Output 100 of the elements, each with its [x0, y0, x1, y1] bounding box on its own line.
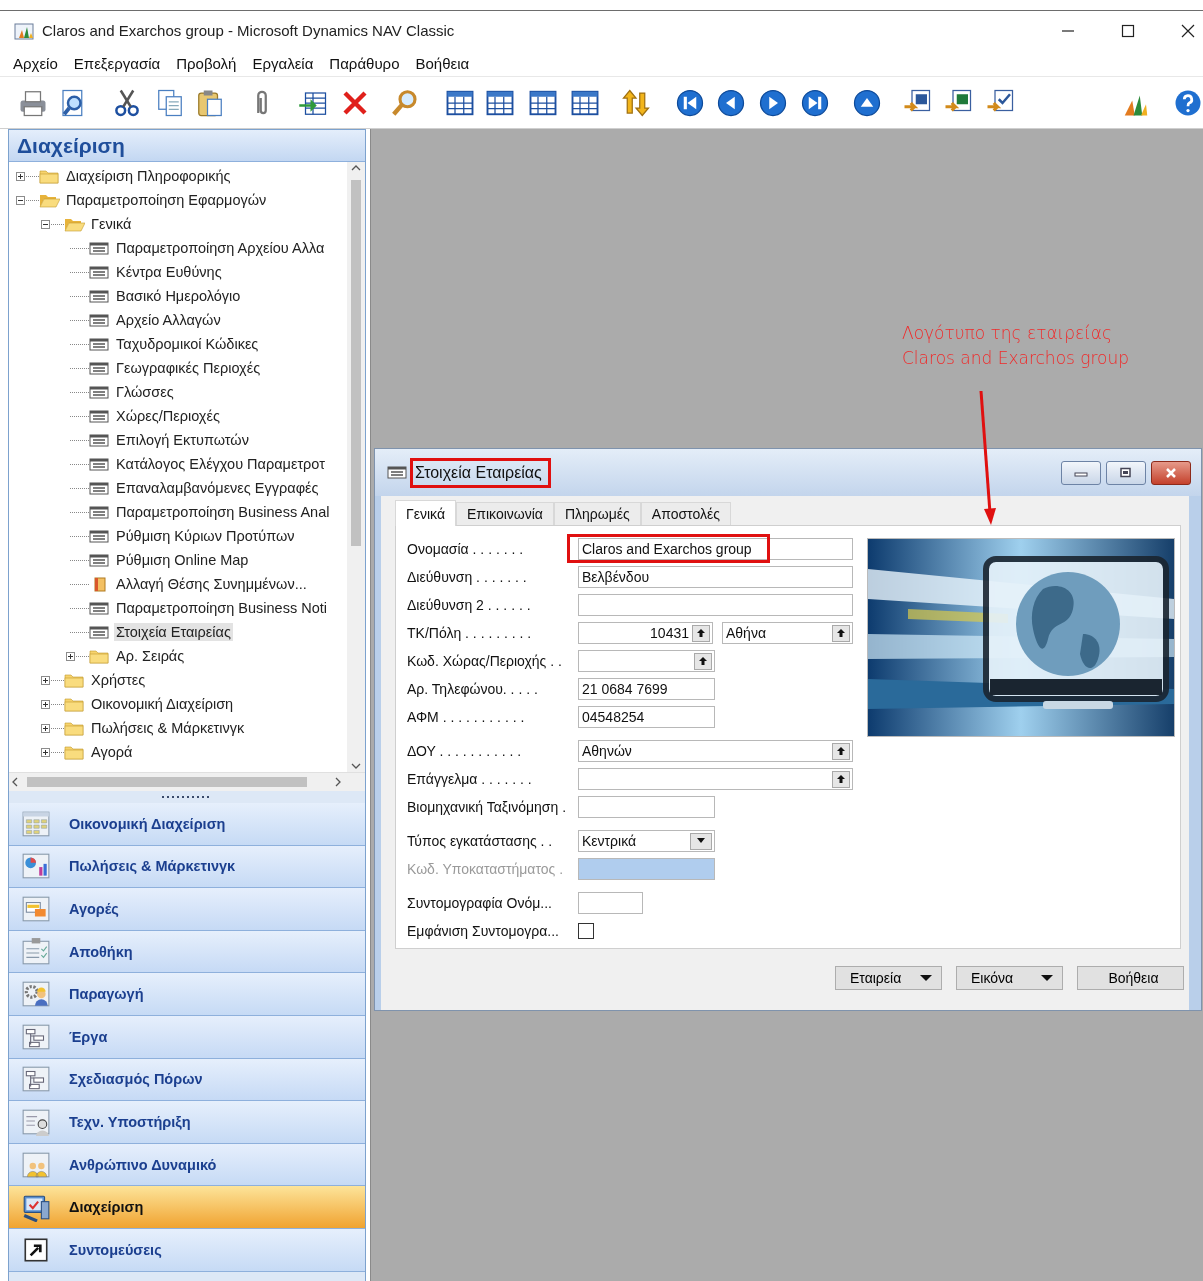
next-icon[interactable]	[758, 87, 788, 118]
checkbox[interactable]	[578, 923, 594, 939]
nav-button[interactable]: Διαχείριση	[9, 1186, 365, 1229]
nav-button[interactable]: Παραγωγή	[9, 973, 365, 1016]
menu-button[interactable]: Εικόνα	[956, 966, 1063, 990]
form-icon	[89, 311, 110, 329]
menu-item[interactable]: Προβολή	[169, 54, 246, 72]
nav-button[interactable]: Ανθρώπινο Δυναμικό	[9, 1143, 365, 1187]
tree-item[interactable]: Κατάλογος Ελέγχου Παραμετροτ	[114, 455, 327, 473]
tab[interactable]: Γενικά	[395, 500, 456, 526]
expand-icon[interactable]	[16, 171, 25, 181]
dropdown-button[interactable]	[690, 832, 712, 850]
collapse-icon[interactable]	[41, 219, 50, 229]
expand-icon[interactable]	[41, 747, 50, 757]
folder-icon	[64, 719, 85, 737]
tree-item[interactable]: Αρχείο Αλλαγών	[114, 311, 223, 329]
app-icon	[14, 20, 34, 41]
expand-icon[interactable]	[41, 723, 50, 733]
lookup-button[interactable]	[832, 770, 850, 788]
input-field[interactable]	[578, 768, 853, 790]
tree-item[interactable]: Αρ. Σειράς	[114, 647, 187, 665]
tree-item[interactable]: Κέντρα Ευθύνης	[114, 263, 224, 281]
close-button[interactable]	[1151, 460, 1191, 485]
input-field[interactable]	[578, 892, 643, 914]
cut-icon[interactable]	[112, 87, 142, 118]
menu-item[interactable]: Βοήθεια	[408, 54, 479, 72]
tab[interactable]: Πληρωμές	[553, 502, 641, 525]
previous-icon[interactable]	[716, 87, 746, 118]
last-record-icon[interactable]	[800, 87, 830, 118]
action-button[interactable]: Βοήθεια	[1077, 966, 1184, 990]
tree-item[interactable]: Χώρες/Περιοχές	[114, 407, 222, 425]
minimize-button[interactable]	[1061, 460, 1101, 485]
search-icon[interactable]	[390, 87, 420, 118]
tree-item[interactable]: Αγορά	[89, 743, 135, 761]
nav-button[interactable]: Συντομεύσεις	[9, 1228, 365, 1272]
tab[interactable]: Αποστολές	[640, 502, 731, 525]
tree-item[interactable]: Παραμετροποίηση Εφαρμογών	[64, 191, 269, 209]
tree-item[interactable]: Χρήστες	[89, 671, 148, 689]
menu-item[interactable]: Παράθυρο	[322, 54, 409, 72]
restore-button[interactable]	[1106, 460, 1146, 485]
lookup-button[interactable]	[694, 652, 712, 670]
tree-item[interactable]: Επιλογή Εκτυπωτών	[114, 431, 251, 449]
input-field[interactable]	[578, 594, 853, 616]
field-label: ΔΟΥ . . . . . . . . . . .	[407, 742, 523, 761]
first-record-icon[interactable]	[675, 87, 705, 118]
expand-icon[interactable]	[41, 699, 50, 709]
input-field[interactable]: Βελβένδου	[578, 566, 853, 588]
input-field[interactable]: Αθήνα	[722, 622, 853, 644]
lookup-button[interactable]	[832, 624, 850, 642]
window-title: Στοιχεία Εταιρείας	[410, 457, 551, 488]
menu-item[interactable]: Επεξεργασία	[66, 54, 170, 72]
vertical-scrollbar[interactable]	[347, 162, 365, 772]
tree-item[interactable]: Στοιχεία Εταιρείας	[114, 623, 233, 641]
input-field[interactable]: Αθηνών	[578, 740, 853, 762]
nav-button[interactable]: Σχεδιασμός Πόρων	[9, 1058, 365, 1102]
lookup-button[interactable]	[832, 742, 850, 760]
menu-button[interactable]: Εταιρεία	[835, 966, 942, 990]
tree-item[interactable]: Παραμετροποίηση Business Noti	[114, 599, 329, 617]
folder-icon	[64, 743, 85, 761]
nav-button[interactable]: Πωλήσεις & Μάρκετινγκ	[9, 845, 365, 889]
tree-item[interactable]: Επαναλαμβανόμενες Εγγραφές	[114, 479, 321, 497]
menu-item[interactable]: Αρχείο	[6, 54, 67, 72]
tree-item[interactable]: Οικονομική Διαχείριση	[89, 695, 236, 713]
input-field[interactable]	[578, 650, 715, 672]
tree-item[interactable]: Παραμετροποίηση Αρχείου Αλλα	[114, 239, 327, 257]
collapse-icon[interactable]	[16, 195, 25, 205]
tree-item[interactable]: Ταχυδρομικοί Κώδικες	[114, 335, 261, 353]
field-label: Αρ. Τηλεφώνου. . . . .	[407, 680, 539, 699]
expand-icon[interactable]	[66, 651, 75, 661]
input-field[interactable]: 21 0684 7699	[578, 678, 715, 700]
tree-item[interactable]: Γεωγραφικές Περιοχές	[114, 359, 263, 377]
horizontal-scrollbar[interactable]	[9, 772, 365, 791]
tab[interactable]: Επικοινωνία	[456, 502, 554, 525]
sort-arrows-icon[interactable]	[621, 87, 651, 118]
nav-button[interactable]: Οικονομική Διαχείριση	[9, 803, 365, 846]
nav-button[interactable]: Αγορές	[9, 888, 365, 931]
nav-button[interactable]: Έργα	[9, 1015, 365, 1059]
tree-item[interactable]: Ρύθμιση Κύριων Προτύπων	[114, 527, 297, 545]
tree-item[interactable]: Διαχείριση Πληροφορικής	[64, 167, 233, 185]
input-field[interactable]: Claros and Exarchos group	[578, 538, 853, 560]
tree-item[interactable]: Πωλήσεις & Μάρκετινγκ	[89, 719, 247, 737]
form-icon	[89, 623, 110, 641]
tree-item[interactable]: Γενικά	[89, 215, 134, 233]
input-field[interactable]: 04548254	[578, 706, 715, 728]
tree-item[interactable]: Γλώσσες	[114, 383, 176, 401]
input-field[interactable]: 10431	[578, 622, 713, 644]
tree-item[interactable]: Αλλαγή Θέσης Συνημμένων...	[114, 575, 309, 593]
dropdown-field[interactable]: Κεντρικά	[578, 830, 715, 852]
copy-icon[interactable]	[155, 87, 185, 118]
tree-item[interactable]: Παραμετροποίηση Business Anal	[114, 503, 332, 521]
expand-icon[interactable]	[41, 675, 50, 685]
tree-item[interactable]: Ρύθμιση Online Map	[114, 551, 251, 569]
nav-button[interactable]: Τεχν. Υποστήριξη	[9, 1101, 365, 1144]
input-field[interactable]	[578, 796, 715, 818]
tree-item[interactable]: Βασικό Ημερολόγιο	[114, 287, 243, 305]
up-icon[interactable]	[852, 87, 882, 118]
folder-icon	[64, 671, 85, 689]
lookup-button[interactable]	[692, 624, 710, 642]
menu-item[interactable]: Εργαλεία	[245, 54, 323, 72]
nav-button[interactable]: Αποθήκη	[9, 930, 365, 974]
